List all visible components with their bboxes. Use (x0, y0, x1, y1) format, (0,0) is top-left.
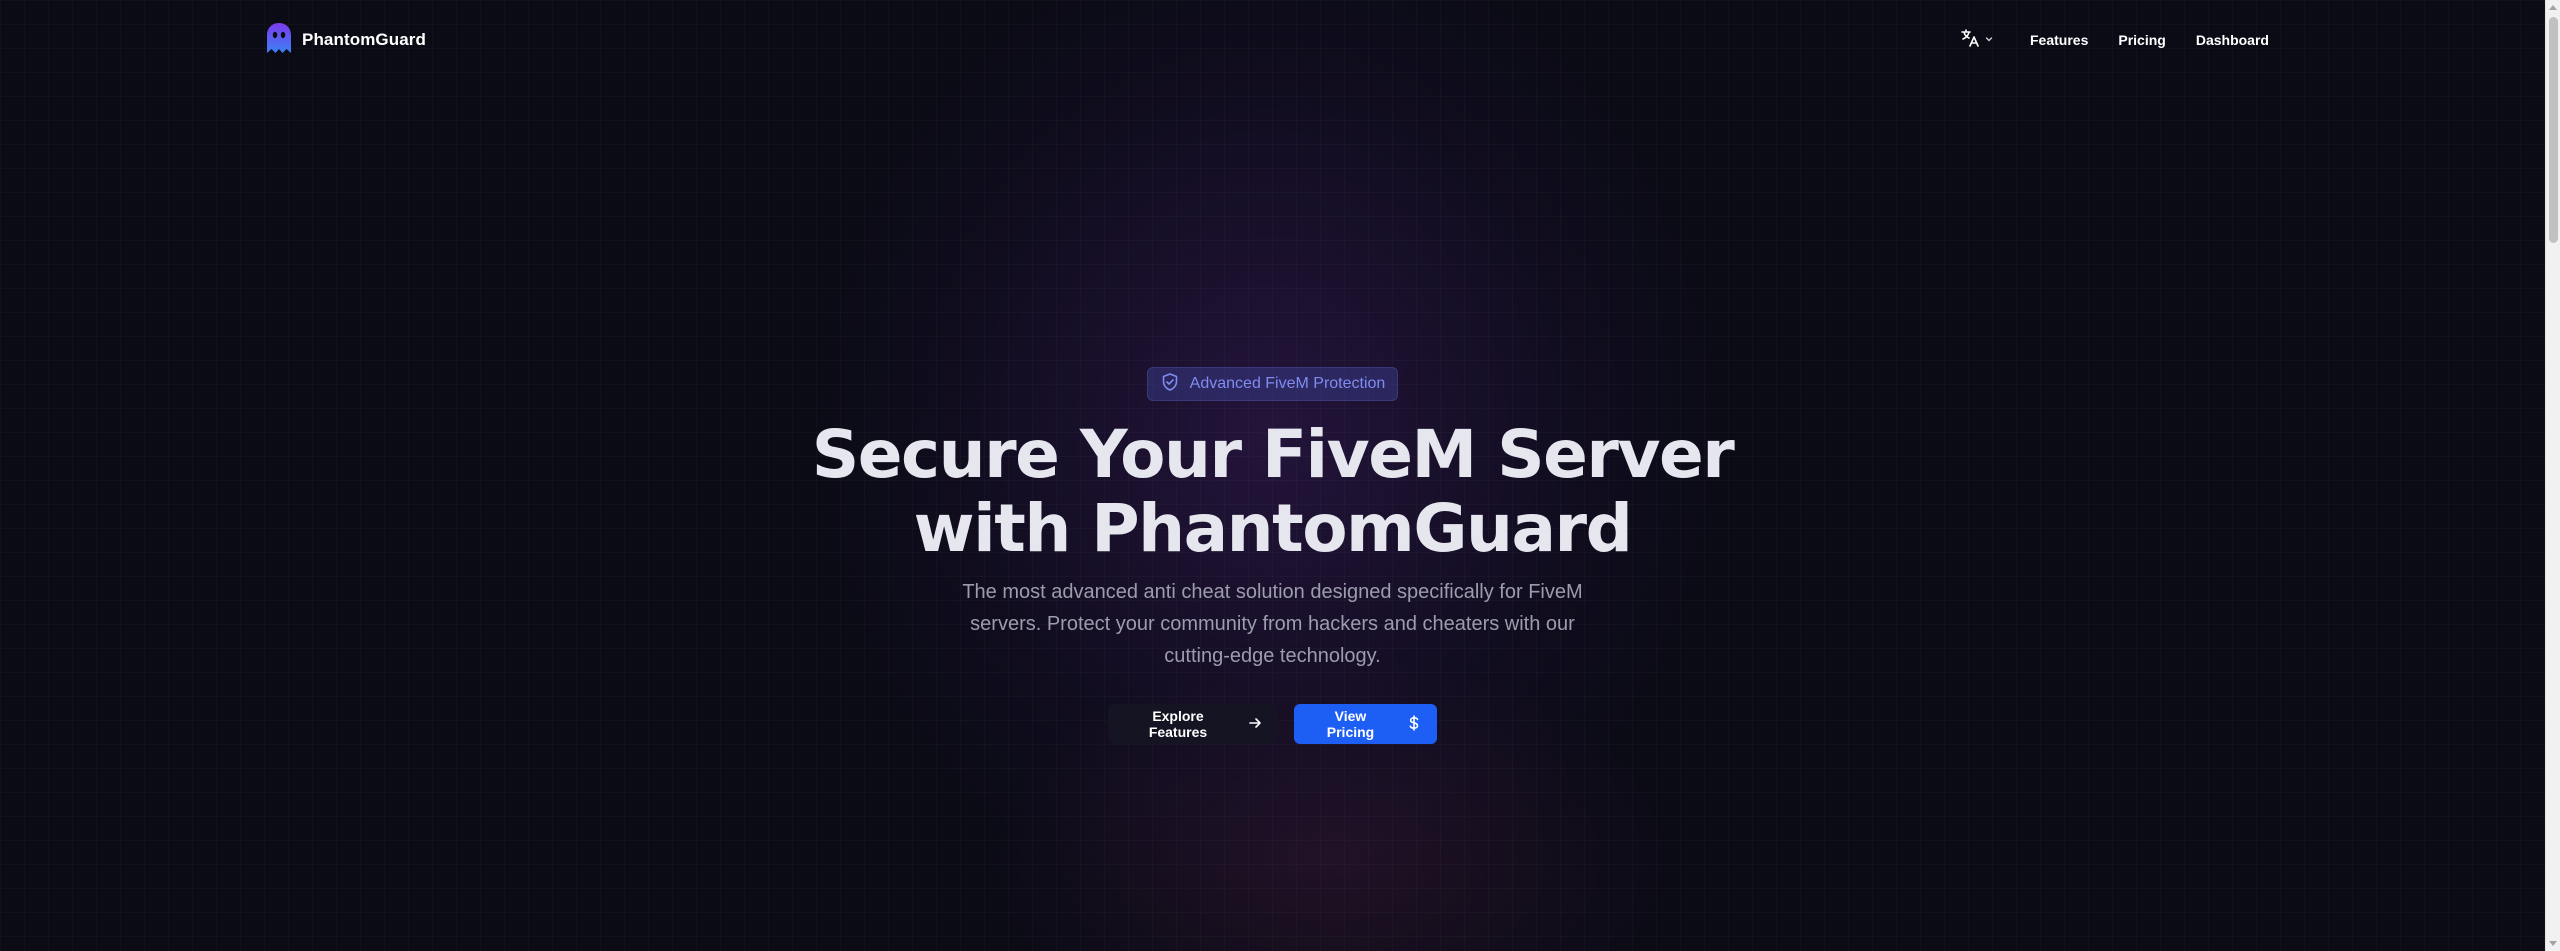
explore-features-label: Explore Features (1148, 708, 1208, 740)
hero-badge-text: Advanced FiveM Protection (1189, 375, 1386, 392)
hero-badge: Advanced FiveM Protection (1147, 367, 1398, 401)
page-scrollbar[interactable] (2545, 0, 2560, 951)
arrow-right-icon (1248, 716, 1262, 733)
shield-check-icon (1160, 372, 1180, 397)
hero-title-line-2: with PhantomGuard (913, 490, 1633, 567)
hero-subtitle: The most advanced anti cheat solution de… (940, 576, 1605, 672)
hero-subtitle-line-1: The most advanced anti cheat solution de… (962, 581, 1583, 603)
dollar-icon (1407, 714, 1421, 734)
hero-title: Secure Your FiveM Server with PhantomGua… (700, 418, 1845, 566)
view-pricing-label: View Pricing (1326, 708, 1375, 740)
scrollbar-thumb[interactable] (2549, 17, 2558, 243)
hero-subtitle-line-3: cutting-edge technology. (1164, 645, 1381, 667)
hero-section: Advanced FiveM Protection Secure Your Fi… (0, 0, 2545, 951)
scroll-up-arrow-icon[interactable] (2549, 5, 2557, 10)
hero-subtitle-line-2: servers. Protect your community from hac… (970, 613, 1575, 635)
explore-features-button[interactable]: Explore Features (1108, 704, 1278, 744)
hero-cta-group: Explore Features View Pricing (1108, 704, 1437, 744)
scroll-down-arrow-icon[interactable] (2549, 941, 2557, 946)
hero-title-line-1: Secure Your FiveM Server (811, 416, 1735, 493)
view-pricing-button[interactable]: View Pricing (1294, 704, 1437, 744)
